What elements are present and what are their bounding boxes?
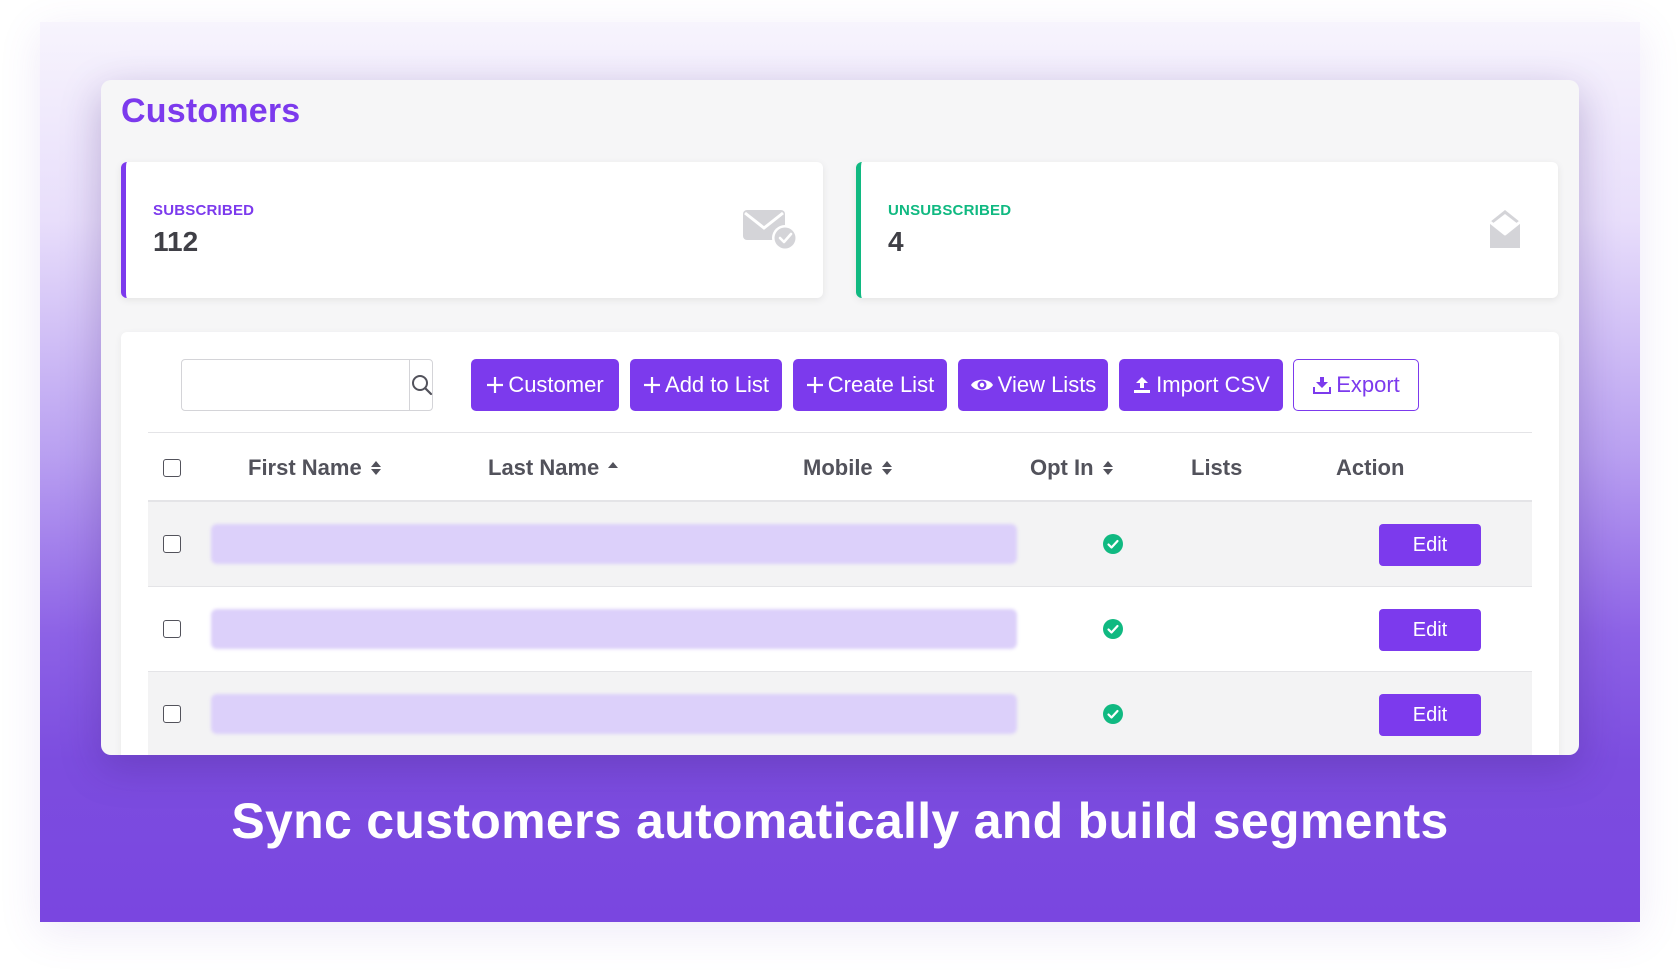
search-icon	[412, 375, 433, 396]
customers-table-panel: Customer Add to List Create List View Li…	[121, 332, 1559, 755]
sort-icon	[881, 461, 892, 475]
blurred-customer-data	[211, 609, 1017, 649]
download-icon	[1313, 377, 1332, 394]
add-to-list-button[interactable]: Add to List	[630, 359, 782, 411]
row-checkbox[interactable]	[163, 620, 181, 638]
promo-tagline: Sync customers automatically and build s…	[231, 793, 1449, 849]
plus-icon	[487, 377, 504, 393]
create-list-button[interactable]: Create List	[793, 359, 947, 411]
unsubscribed-label: UNSUBSCRIBED	[888, 202, 1012, 219]
column-label: Lists	[1191, 455, 1243, 480]
select-all-checkbox[interactable]	[163, 459, 181, 477]
import-csv-button[interactable]: Import CSV	[1119, 359, 1283, 411]
import-csv-label: Import CSV	[1156, 372, 1270, 397]
column-first-name[interactable]: First Name	[248, 433, 382, 503]
customers-app-window: Customers SUBSCRIBED 112 UNSUBSCRIBED 4	[101, 80, 1579, 755]
column-last-name[interactable]: Last Name	[488, 433, 619, 503]
add-customer-label: Customer	[508, 372, 604, 397]
plus-icon	[806, 377, 823, 393]
blurred-customer-data	[211, 694, 1017, 734]
table-header: First Name Last Name Mobile Opt In Lists…	[148, 432, 1532, 502]
edit-button[interactable]: Edit	[1379, 524, 1481, 566]
column-opt-in[interactable]: Opt In	[1030, 433, 1114, 503]
customers-table: First Name Last Name Mobile Opt In Lists…	[148, 432, 1532, 755]
row-checkbox[interactable]	[163, 705, 181, 723]
envelope-open-icon	[1489, 210, 1521, 248]
unsubscribed-count: 4	[888, 226, 904, 257]
view-lists-label: View Lists	[997, 372, 1097, 397]
create-list-label: Create List	[827, 372, 935, 397]
search-button[interactable]	[409, 360, 434, 410]
column-label: Action	[1336, 455, 1405, 480]
column-label: Mobile	[803, 455, 873, 480]
column-label: First Name	[248, 455, 362, 480]
plus-icon	[644, 377, 661, 393]
check-circle-icon	[1103, 534, 1123, 554]
table-row: Edit	[148, 672, 1532, 755]
sort-asc-icon	[608, 462, 619, 468]
sort-icon	[370, 461, 381, 475]
unsubscribed-stat-card: UNSUBSCRIBED 4	[856, 162, 1558, 298]
column-action: Action	[1336, 433, 1404, 503]
export-button[interactable]: Export	[1293, 359, 1419, 411]
envelope-check-icon	[743, 210, 798, 251]
column-label: Last Name	[488, 455, 600, 480]
eye-icon	[970, 379, 993, 391]
column-lists: Lists	[1191, 433, 1242, 503]
table-row: Edit	[148, 502, 1532, 587]
add-customer-button[interactable]: Customer	[471, 359, 619, 411]
check-circle-icon	[1103, 704, 1123, 724]
subscribed-stat-card: SUBSCRIBED 112	[121, 162, 823, 298]
sort-icon	[1102, 461, 1113, 475]
check-circle-icon	[1103, 619, 1123, 639]
search-box	[181, 359, 433, 411]
view-lists-button[interactable]: View Lists	[958, 359, 1108, 411]
edit-button[interactable]: Edit	[1379, 609, 1481, 651]
subscribed-label: SUBSCRIBED	[153, 202, 255, 219]
column-label: Opt In	[1030, 455, 1094, 480]
subscribed-count: 112	[153, 226, 199, 257]
blurred-customer-data	[211, 524, 1017, 564]
table-row: Edit	[148, 587, 1532, 672]
export-label: Export	[1336, 372, 1400, 397]
upload-icon	[1134, 377, 1151, 393]
page-title: Customers	[121, 92, 301, 130]
search-input[interactable]	[182, 360, 409, 410]
add-to-list-label: Add to List	[665, 372, 769, 397]
edit-button[interactable]: Edit	[1379, 694, 1481, 736]
column-mobile[interactable]: Mobile	[803, 433, 893, 503]
row-checkbox[interactable]	[163, 535, 181, 553]
